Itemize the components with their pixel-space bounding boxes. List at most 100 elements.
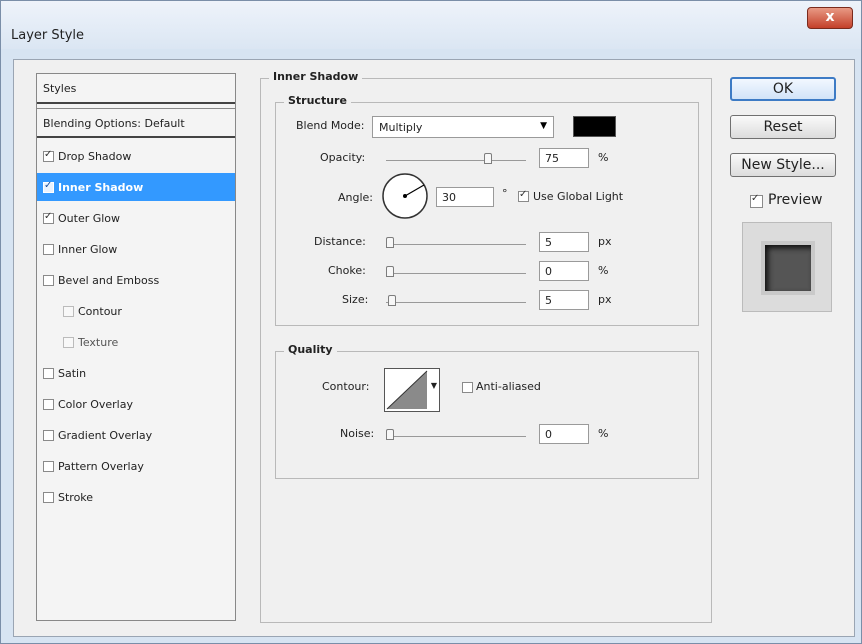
contour-curve-icon: [386, 370, 428, 410]
choke-slider-track[interactable]: [386, 273, 526, 274]
style-item-label: Gradient Overlay: [58, 428, 153, 442]
style-item-label: Color Overlay: [58, 397, 133, 411]
noise-input[interactable]: 0: [539, 424, 589, 444]
style-item-label: Bevel and Emboss: [58, 273, 160, 287]
stroke-checkbox[interactable]: [43, 491, 54, 503]
angle-unit: °: [502, 187, 508, 200]
pattern-overlay-checkbox[interactable]: [43, 460, 54, 472]
dropdown-arrow-icon: ▼: [430, 381, 437, 390]
opacity-input[interactable]: 75: [539, 148, 589, 168]
style-item-color-overlay[interactable]: Color Overlay: [37, 390, 235, 418]
drop-shadow-checkbox[interactable]: [43, 149, 54, 162]
style-item-pattern-overlay[interactable]: Pattern Overlay: [37, 452, 235, 480]
preview-swatch: [765, 245, 811, 291]
contour-picker[interactable]: ▼: [384, 368, 440, 412]
contour-checkbox[interactable]: [63, 305, 74, 317]
texture-checkbox[interactable]: [63, 336, 74, 348]
angle-input[interactable]: 30: [436, 187, 494, 207]
styles-list: Styles Blending Options: Default Drop Sh…: [36, 73, 236, 621]
style-item-label: Stroke: [58, 490, 94, 504]
style-item-gradient-overlay[interactable]: Gradient Overlay: [37, 421, 235, 449]
noise-slider-thumb[interactable]: [386, 429, 394, 440]
inner-shadow-title: Inner Shadow: [269, 70, 363, 83]
inner-shadow-checkbox[interactable]: [43, 180, 54, 193]
distance-input[interactable]: 5: [539, 232, 589, 252]
opacity-label: Opacity:: [320, 151, 366, 164]
close-button[interactable]: x: [807, 7, 853, 29]
anti-aliased-label: Anti-aliased: [476, 380, 541, 393]
opacity-slider-thumb[interactable]: [484, 153, 492, 164]
bevel-and-emboss-checkbox[interactable]: [43, 274, 54, 286]
new-style-button[interactable]: New Style...: [730, 153, 836, 177]
style-item-stroke[interactable]: Stroke: [37, 483, 235, 511]
use-global-light-checkbox[interactable]: [518, 189, 529, 202]
dialog-body: Styles Blending Options: Default Drop Sh…: [13, 59, 855, 637]
style-item-outer-glow[interactable]: Outer Glow: [37, 204, 235, 232]
color-overlay-checkbox[interactable]: [43, 398, 54, 410]
style-item-label: Contour: [78, 304, 122, 318]
distance-label: Distance:: [314, 235, 366, 248]
angle-label: Angle:: [338, 191, 374, 204]
distance-unit: px: [598, 235, 612, 248]
quality-group: Quality Contour: ▼ Anti-aliased Noise: 0…: [275, 343, 699, 479]
styles-header[interactable]: Styles: [37, 74, 235, 104]
size-slider-track[interactable]: [386, 302, 526, 303]
noise-unit: %: [598, 427, 609, 440]
anti-aliased-checkbox[interactable]: [462, 382, 473, 393]
noise-label: Noise:: [340, 427, 375, 440]
layer-style-dialog: Layer Style x Styles Blending Options: D…: [0, 0, 862, 644]
distance-slider-track[interactable]: [386, 244, 526, 245]
noise-slider-track[interactable]: [386, 436, 526, 437]
blending-options-item[interactable]: Blending Options: Default: [37, 108, 235, 138]
style-item-label: Satin: [58, 366, 87, 380]
ok-button[interactable]: OK: [730, 77, 836, 101]
size-label: Size:: [342, 293, 369, 306]
choke-unit: %: [598, 264, 609, 277]
window-title: Layer Style: [11, 28, 85, 43]
blend-mode-select[interactable]: Multiply ▼: [372, 116, 554, 138]
blend-mode-label: Blend Mode:: [296, 119, 365, 132]
title-bar[interactable]: Layer Style x: [1, 1, 861, 49]
distance-slider-thumb[interactable]: [386, 237, 394, 248]
structure-group: Structure Blend Mode: Multiply ▼ Opacity…: [275, 94, 699, 326]
blend-mode-value: Multiply: [379, 121, 423, 134]
opacity-unit: %: [598, 151, 609, 164]
style-item-drop-shadow[interactable]: Drop Shadow: [37, 142, 235, 170]
style-item-satin[interactable]: Satin: [37, 359, 235, 387]
style-item-label: Drop Shadow: [58, 149, 132, 163]
outer-glow-checkbox[interactable]: [43, 211, 54, 224]
quality-title: Quality: [284, 343, 337, 356]
style-item-inner-glow[interactable]: Inner Glow: [37, 235, 235, 263]
satin-checkbox[interactable]: [43, 367, 54, 379]
style-item-label: Outer Glow: [58, 211, 121, 225]
shadow-color-swatch[interactable]: [573, 116, 616, 137]
inner-glow-checkbox[interactable]: [43, 243, 54, 255]
choke-input[interactable]: 0: [539, 261, 589, 281]
style-item-contour[interactable]: Contour: [37, 297, 235, 325]
style-item-inner-shadow[interactable]: Inner Shadow: [37, 173, 235, 201]
choke-label: Choke:: [328, 264, 366, 277]
size-unit: px: [598, 293, 612, 306]
opacity-slider-track[interactable]: [386, 160, 526, 161]
size-slider-thumb[interactable]: [388, 295, 396, 306]
style-item-label: Inner Glow: [58, 242, 118, 256]
preview-checkbox[interactable]: [750, 193, 763, 208]
inner-shadow-group: Inner Shadow Structure Blend Mode: Multi…: [260, 70, 712, 623]
close-icon: x: [825, 9, 835, 25]
style-item-bevel-and-emboss[interactable]: Bevel and Emboss: [37, 266, 235, 294]
style-item-texture[interactable]: Texture: [37, 328, 235, 356]
dropdown-arrow-icon: ▼: [540, 121, 547, 131]
style-item-label: Inner Shadow: [58, 180, 144, 194]
structure-title: Structure: [284, 94, 351, 107]
use-global-light-label: Use Global Light: [533, 190, 624, 203]
preview-label: Preview: [768, 192, 823, 208]
style-item-label: Pattern Overlay: [58, 459, 144, 473]
size-input[interactable]: 5: [539, 290, 589, 310]
contour-label: Contour:: [322, 380, 370, 393]
reset-button[interactable]: Reset: [730, 115, 836, 139]
gradient-overlay-checkbox[interactable]: [43, 429, 54, 441]
style-item-label: Texture: [78, 335, 119, 349]
preview-thumbnail: [742, 222, 832, 312]
choke-slider-thumb[interactable]: [386, 266, 394, 277]
angle-dial[interactable]: [380, 171, 430, 221]
